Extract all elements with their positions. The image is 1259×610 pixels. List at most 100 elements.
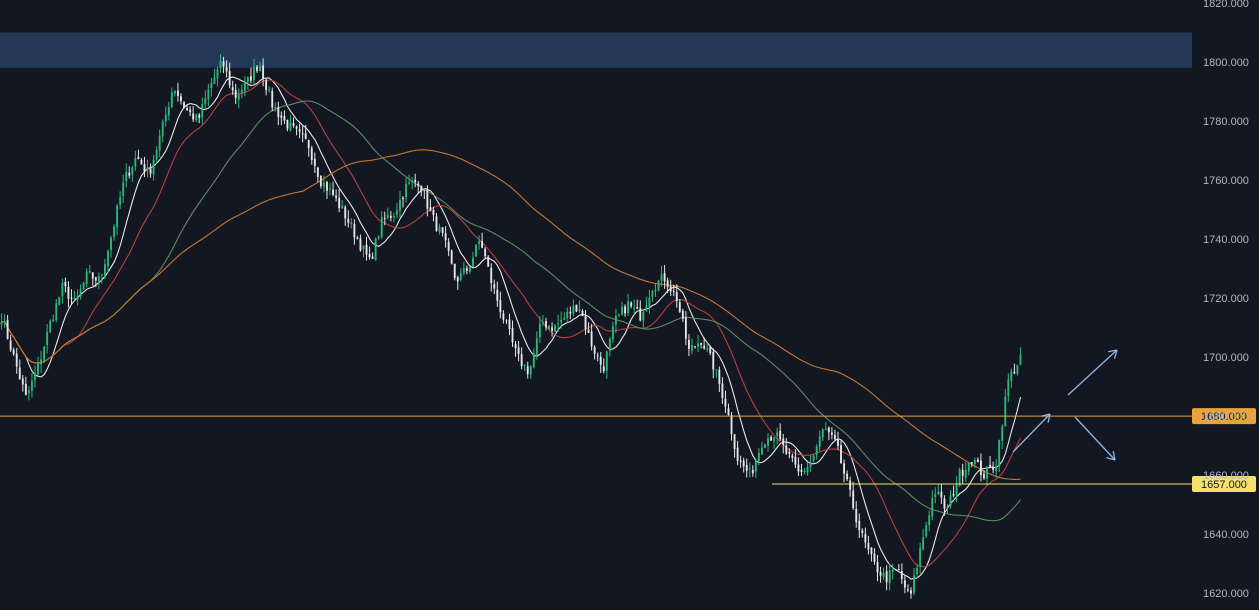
candle-body — [812, 455, 815, 461]
candle-body — [645, 305, 648, 312]
candle-body — [566, 311, 569, 319]
candle-body — [931, 498, 934, 517]
candle-body — [581, 310, 584, 316]
candle-body — [773, 437, 776, 441]
candle-body — [846, 473, 849, 480]
candle-body — [949, 495, 952, 507]
candle-body — [289, 122, 292, 131]
y-axis-tick-label: 1700.000 — [1203, 352, 1249, 364]
price-chart[interactable]: 1680.000 1657.000 1620.000 1640.000 1660.00… — [0, 0, 1259, 605]
candle-body — [140, 159, 143, 165]
candle-body — [727, 408, 730, 416]
candle-body — [900, 571, 903, 580]
candle-body — [618, 314, 620, 316]
candle-body — [61, 282, 64, 297]
candle-body — [167, 107, 170, 116]
candle-body — [709, 346, 712, 354]
candle-body — [770, 437, 773, 441]
candle-body — [590, 331, 593, 347]
candle-body — [88, 270, 91, 273]
candle-body — [721, 383, 724, 399]
chart-svg[interactable]: 1680.0001657.000 1620.0001640.0001660.00… — [0, 0, 1259, 605]
candle-body — [821, 429, 824, 438]
candle-body — [301, 133, 304, 135]
candle-body — [52, 319, 55, 322]
candle-body — [493, 284, 496, 289]
candle-body — [377, 236, 380, 239]
candle-body — [657, 280, 660, 291]
candle-body — [134, 158, 137, 167]
candle-body — [155, 149, 158, 160]
candle-body — [703, 345, 706, 349]
candle-body — [198, 114, 201, 118]
candle-body — [937, 491, 940, 495]
candle-body — [706, 348, 709, 350]
candle-body — [514, 343, 517, 349]
candle-body — [557, 323, 560, 325]
candle-body — [426, 190, 429, 209]
candle-body — [146, 167, 149, 171]
candle-body — [970, 462, 973, 464]
candle-body — [280, 115, 283, 118]
candle-body — [137, 156, 140, 159]
candle-body — [490, 267, 493, 284]
candle-body — [359, 238, 362, 251]
candle-body — [344, 206, 347, 219]
candle-body — [976, 459, 979, 463]
candle-body — [517, 347, 520, 354]
candle-body — [64, 282, 67, 287]
candle-body — [386, 215, 389, 219]
candle-body — [313, 158, 316, 166]
candle-body — [855, 508, 858, 523]
candle-body — [1019, 354, 1022, 365]
candle-body — [733, 434, 736, 450]
candle-body — [243, 81, 246, 92]
candle-body — [885, 571, 888, 583]
candle-body — [882, 572, 885, 577]
candle-body — [286, 119, 289, 129]
candle-body — [627, 301, 630, 313]
candle-body — [621, 306, 623, 315]
candle-body — [76, 296, 79, 300]
candle-body — [526, 366, 529, 375]
candle-body — [788, 451, 791, 454]
candle-body — [271, 90, 274, 108]
candle-body — [520, 354, 523, 367]
candle-body — [596, 355, 599, 357]
candle-body — [21, 378, 24, 385]
candle-body — [979, 460, 982, 476]
candle-body — [958, 469, 961, 486]
candle-body — [535, 338, 538, 355]
candle-body — [849, 480, 852, 490]
candle-body — [228, 71, 231, 86]
candle-body — [277, 107, 280, 118]
candle-body — [246, 76, 249, 83]
candle-body — [903, 580, 906, 588]
candle-body — [800, 469, 803, 472]
y-axis-tick-label: 1800.000 — [1203, 57, 1249, 69]
candle-body — [599, 356, 602, 365]
candle-body — [338, 197, 341, 209]
candle-body — [9, 340, 12, 350]
candle-body — [43, 346, 46, 361]
candle-body — [998, 439, 1001, 467]
candle-body — [411, 180, 414, 183]
candle-body — [499, 300, 502, 313]
candle-body — [496, 289, 499, 301]
candle-body — [231, 87, 234, 91]
candle — [475, 244, 477, 258]
candle-body — [283, 116, 286, 121]
candle-body — [292, 123, 295, 126]
y-axis-tick-label: 1660.000 — [1203, 470, 1249, 482]
candle-body — [408, 182, 411, 184]
candle-body — [575, 304, 578, 312]
candle — [82, 281, 85, 290]
candle-body — [119, 197, 122, 205]
candle-body — [767, 438, 769, 446]
candle-body — [365, 244, 368, 255]
candle-body — [204, 98, 207, 105]
candle-body — [249, 76, 252, 81]
candle-body — [922, 537, 925, 550]
candle-body — [952, 494, 955, 496]
candle-body — [803, 470, 806, 472]
